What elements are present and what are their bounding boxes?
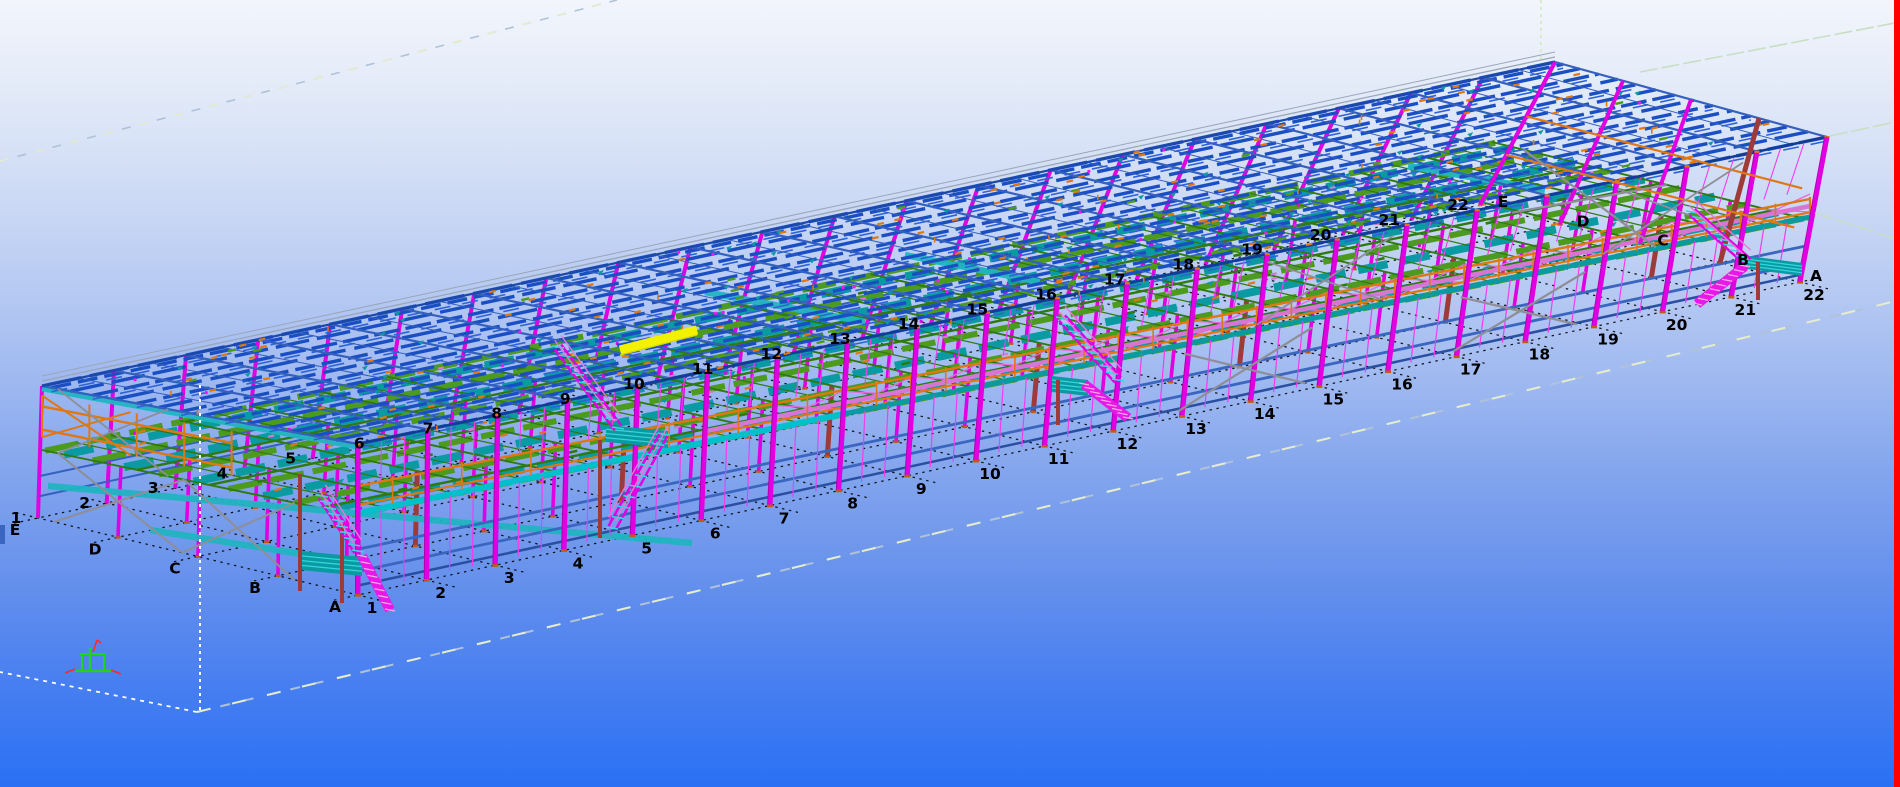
grid-label: 20 [1666,316,1688,334]
grid-label: 2 [435,584,446,602]
grid-label: 9 [916,480,927,498]
left-edge-tab [0,525,5,544]
grid-label: B [249,579,261,597]
grid-label: 20 [1310,226,1332,244]
grid-label: 7 [423,420,434,438]
grid-label: 19 [1597,331,1619,349]
grid-label: 8 [847,495,858,513]
grid-label: 17 [1104,271,1126,289]
grid-label: 5 [285,449,296,467]
grid-label: 9 [560,390,571,408]
grid-label: 5 [641,539,652,557]
grid-label: 15 [967,300,989,318]
grid-label: 7 [779,510,790,528]
grid-label: C [1657,232,1668,250]
grid-label: 21 [1735,301,1757,319]
grid-label: 10 [979,465,1001,483]
grid-label: 13 [829,330,851,348]
grid-label: 6 [710,524,721,542]
grid-label: E [1498,193,1509,211]
grid-label: D [1577,212,1590,230]
grid-label: A [329,598,341,616]
grid-label: 11 [692,360,714,378]
grid-label: 2 [79,494,90,512]
grid-label: 4 [217,464,228,482]
grid-label: 13 [1185,420,1207,438]
grid-label: 12 [761,345,783,363]
grid-label: C [169,560,180,578]
grid-label: 22 [1803,286,1825,304]
grid-label: 16 [1391,375,1413,393]
grid-label: 10 [623,375,645,393]
grid-label: 19 [1241,241,1263,259]
grid-label: 18 [1173,256,1195,274]
grid-label: 8 [491,405,502,423]
grid-label: 14 [898,315,920,333]
grid-label: D [89,540,102,558]
grid-label: 12 [1117,435,1139,453]
grid-label: 6 [354,434,365,452]
view-border-right [1894,0,1900,787]
grid-label: 3 [504,569,515,587]
grid-label: 1 [367,599,378,617]
grid-label: E [10,521,21,539]
grid-label: 16 [1035,285,1057,303]
grid-label: 21 [1379,211,1401,229]
grid-label: 11 [1048,450,1070,468]
grid-label: B [1737,251,1749,269]
grid-label: 22 [1447,196,1469,214]
grid-label: 14 [1254,405,1276,423]
grid-label: 3 [148,479,159,497]
grid-label: A [1810,267,1822,285]
structural-model-3d-view[interactable]: 1122334455667788991010111112121313141415… [0,0,1900,787]
grid-label: 17 [1460,361,1482,379]
grid-label: 4 [573,554,584,572]
origin-marker-icon [65,640,121,674]
grid-label: 15 [1323,390,1345,408]
model-viewport[interactable]: 1122334455667788991010111112121313141415… [0,0,1900,787]
grid-label: 18 [1529,346,1551,364]
